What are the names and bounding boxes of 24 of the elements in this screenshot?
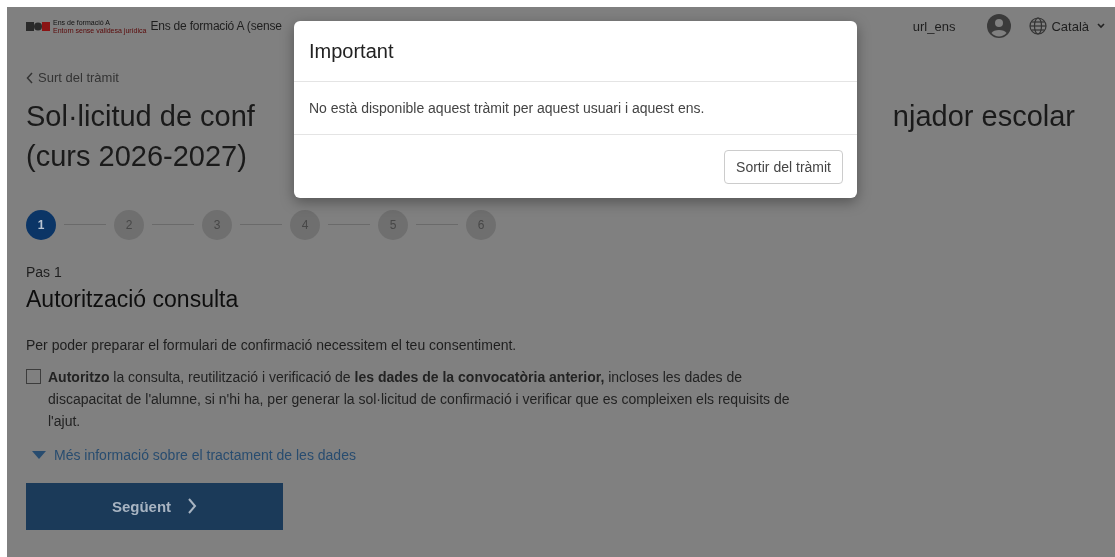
intro-text: Per poder preparar el formulari de confirmació necessitem el teu consentiment.: [26, 336, 518, 353]
globe-icon: [1029, 17, 1048, 35]
more-info-toggle[interactable]: Més informació sobre el tractament de les dades: [32, 446, 356, 463]
exit-button[interactable]: Sortir del tràmit: [724, 149, 843, 184]
step-indicator[interactable]: 1: [26, 209, 56, 240]
user-avatar-icon[interactable]: [987, 14, 1012, 38]
section-heading: Autorització consulta: [26, 285, 240, 313]
next-button[interactable]: Següent: [26, 482, 283, 530]
language-selector[interactable]: Català: [1029, 17, 1107, 35]
user-name: url_ens: [912, 18, 956, 34]
modal-message: No està disponible aquest tràmit per aquest usuari i aquest ens.: [309, 100, 705, 116]
page-title: njador escolar: [892, 98, 1075, 134]
triangle-down-icon: [32, 450, 46, 459]
consent-text: Autoritzo la consulta, reutilització i verificació de les dades de la convocatòria anterior, incloses les dades de discapacitat de l'alumne, si n'hi ha, per generar la sol·licitud de confirmació i verificar que es compleixen els requisits de l'ajut.: [48, 367, 791, 431]
page-title: (curs 2026-2027): [26, 139, 247, 172]
organisation-name: Ens de formació A (sense: [150, 19, 282, 33]
modal-title: Important: [309, 39, 394, 63]
back-link[interactable]: Surt del tràmit: [26, 70, 119, 85]
page-title: Sol·licitud de conf: [26, 98, 255, 134]
step-label: Pas 1: [26, 263, 63, 280]
consent-checkbox[interactable]: [26, 368, 41, 384]
chevron-right-icon: [187, 497, 198, 515]
logo-icon: [26, 21, 50, 31]
chevron-left-icon: [26, 71, 34, 84]
